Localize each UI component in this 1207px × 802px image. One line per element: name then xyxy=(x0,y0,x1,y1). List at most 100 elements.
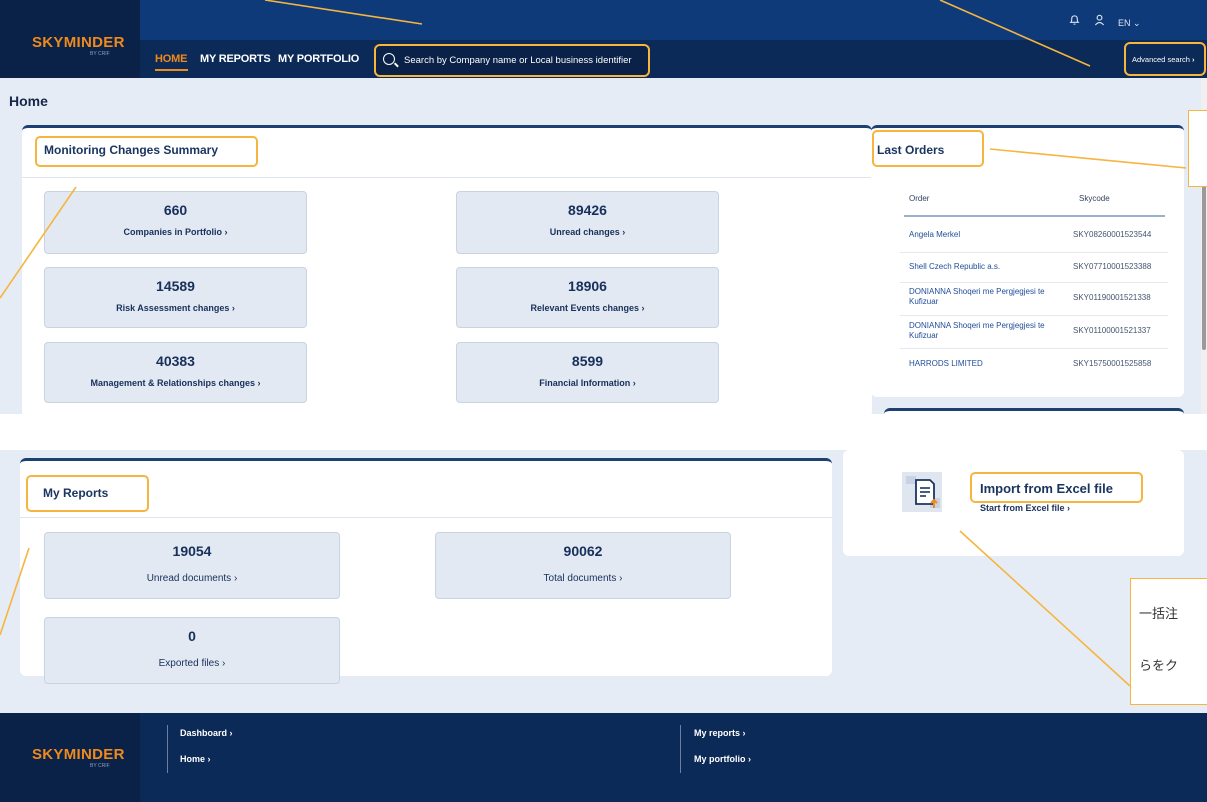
skyminder-logo[interactable]: SKYMINDER xyxy=(32,34,125,51)
annotation-callout-box: 一括注 らをク xyxy=(1130,578,1207,705)
callout-line-1: 一括注 xyxy=(1139,606,1179,621)
card-label: Unread changes xyxy=(549,227,620,237)
nav-my-portfolio[interactable]: MY PORTFOLIO xyxy=(278,53,359,65)
chevron-right-icon: › xyxy=(229,728,233,738)
card-label: Total documents xyxy=(543,573,617,584)
search-input[interactable]: Search by Company name or Local business… xyxy=(374,44,650,77)
card-exported-files[interactable]: 0 Exported files › xyxy=(44,617,340,684)
card-value: 660 xyxy=(163,202,188,218)
annotation-callout-box xyxy=(1188,110,1207,187)
chevron-right-icon: › xyxy=(224,227,228,237)
card-value: 19054 xyxy=(172,543,212,559)
footer-link-label: My reports xyxy=(694,728,741,738)
chevron-right-icon: › xyxy=(619,573,623,584)
chevron-right-icon: › xyxy=(632,378,636,388)
card-management-relationships[interactable]: 40383 Management & Relationships changes… xyxy=(44,342,307,403)
document-upload-icon xyxy=(902,472,942,512)
card-label: Companies in Portfolio xyxy=(123,227,222,237)
footer-link-label: Dashboard xyxy=(180,728,228,738)
callout-line-2: らをク xyxy=(1139,658,1179,673)
card-companies-in-portfolio[interactable]: 660 Companies in Portfolio › xyxy=(44,191,307,254)
card-value: 89426 xyxy=(568,202,607,218)
footer-divider xyxy=(680,725,681,773)
card-label: Unread documents xyxy=(146,573,232,584)
footer-link-label: Home xyxy=(180,754,206,764)
skycode-value: SKY07710001523388 xyxy=(1073,262,1152,271)
row-divider xyxy=(900,348,1168,349)
chevron-right-icon: › xyxy=(1067,503,1071,513)
card-unread-documents[interactable]: 19054 Unread documents › xyxy=(44,532,340,599)
last-orders-title-text: Last Orders xyxy=(877,143,945,157)
page-title: Home xyxy=(9,93,48,109)
card-value: 40383 xyxy=(156,353,195,369)
chevron-right-icon: › xyxy=(233,573,238,584)
nav-home[interactable]: HOME xyxy=(155,53,187,65)
card-label: Exported files xyxy=(158,658,220,669)
link-label: Start from Excel file xyxy=(980,503,1065,513)
divider xyxy=(20,517,832,518)
monitoring-title-text: Monitoring Changes Summary xyxy=(44,143,219,157)
card-label: Risk Assessment changes xyxy=(116,303,230,313)
chevron-right-icon: › xyxy=(748,754,752,764)
card-relevant-events[interactable]: 18906 Relevant Events changes › xyxy=(456,267,719,328)
card-value: 90062 xyxy=(563,543,603,559)
footer-link-my-reports[interactable]: My reports › xyxy=(694,728,746,738)
card-total-documents[interactable]: 90062 Total documents › xyxy=(435,532,731,599)
chevron-right-icon: › xyxy=(641,303,645,313)
chevron-down-icon: ⌄ xyxy=(1133,18,1141,28)
order-link[interactable]: Angela Merkel xyxy=(909,230,1029,240)
screenshot-gap xyxy=(0,414,1207,450)
chevron-right-icon: › xyxy=(222,658,226,669)
monitoring-title: Monitoring Changes Summary xyxy=(35,136,258,167)
my-reports-title-text: My Reports xyxy=(43,486,109,500)
card-value: 8599 xyxy=(571,353,604,369)
skycode-value: SKY01190001521338 xyxy=(1073,293,1151,302)
footer-link-my-portfolio[interactable]: My portfolio › xyxy=(694,754,751,764)
my-reports-title: My Reports xyxy=(26,475,149,512)
footer-link-label: My portfolio xyxy=(694,754,746,764)
advanced-search-button[interactable]: Advanced search › xyxy=(1124,42,1206,76)
card-financial-information[interactable]: 8599 Financial Information › xyxy=(456,342,719,403)
footer-logo-subtitle: BY CRIF xyxy=(90,763,110,769)
row-divider xyxy=(900,315,1168,316)
column-header-skycode: Skycode xyxy=(1079,194,1110,203)
nav-my-reports[interactable]: MY REPORTS xyxy=(200,53,271,65)
skycode-value: SKY08260001523544 xyxy=(1073,230,1152,239)
import-title-text: Import from Excel file xyxy=(980,481,1113,496)
language-selector[interactable]: EN ⌄ xyxy=(1118,18,1141,29)
skycode-value: SKY15750001525858 xyxy=(1073,359,1152,368)
card-value: 0 xyxy=(188,628,196,644)
card-label: Financial Information xyxy=(539,378,631,388)
start-from-excel-link[interactable]: Start from Excel file › xyxy=(980,503,1070,513)
column-header-order: Order xyxy=(909,194,930,203)
header-divider xyxy=(904,215,1165,217)
row-divider xyxy=(900,252,1168,253)
chevron-right-icon: › xyxy=(1192,55,1195,64)
chevron-right-icon: › xyxy=(742,728,746,738)
card-value: 14589 xyxy=(156,278,195,294)
footer-logo[interactable]: SKYMINDER xyxy=(32,746,125,763)
skycode-value: SKY01100001521337 xyxy=(1073,326,1151,335)
divider xyxy=(22,177,872,178)
footer: SKYMINDER BY CRIF Dashboard › Home › My … xyxy=(0,713,1207,802)
import-title: Import from Excel file xyxy=(970,472,1143,503)
user-icon[interactable] xyxy=(1094,14,1105,26)
row-divider xyxy=(900,282,1168,283)
language-label: EN xyxy=(1118,18,1131,28)
footer-link-home[interactable]: Home › xyxy=(180,754,211,764)
order-link[interactable]: HARRODS LIMITED xyxy=(909,359,1059,369)
footer-link-dashboard[interactable]: Dashboard › xyxy=(180,728,233,738)
bell-icon[interactable] xyxy=(1069,14,1080,26)
card-unread-changes[interactable]: 89426 Unread changes › xyxy=(456,191,719,254)
logo-area[interactable]: SKYMINDER BY CRIF xyxy=(0,0,140,78)
order-link[interactable]: DONIANNA Shoqeri me Pergjegjesi te Kufiz… xyxy=(909,287,1059,307)
chevron-right-icon: › xyxy=(207,754,211,764)
order-link[interactable]: DONIANNA Shoqeri me Pergjegjesi te Kufiz… xyxy=(909,321,1059,341)
card-value: 18906 xyxy=(568,278,607,294)
top-navigation-bar: SKYMINDER BY CRIF EN ⌄ HOME MY REPORTS M… xyxy=(0,0,1207,78)
utility-bar xyxy=(0,0,1207,40)
footer-divider xyxy=(167,725,168,773)
order-link[interactable]: Shell Czech Republic a.s. xyxy=(909,262,1059,272)
active-nav-indicator xyxy=(155,69,188,71)
card-risk-assessment[interactable]: 14589 Risk Assessment changes › xyxy=(44,267,307,328)
